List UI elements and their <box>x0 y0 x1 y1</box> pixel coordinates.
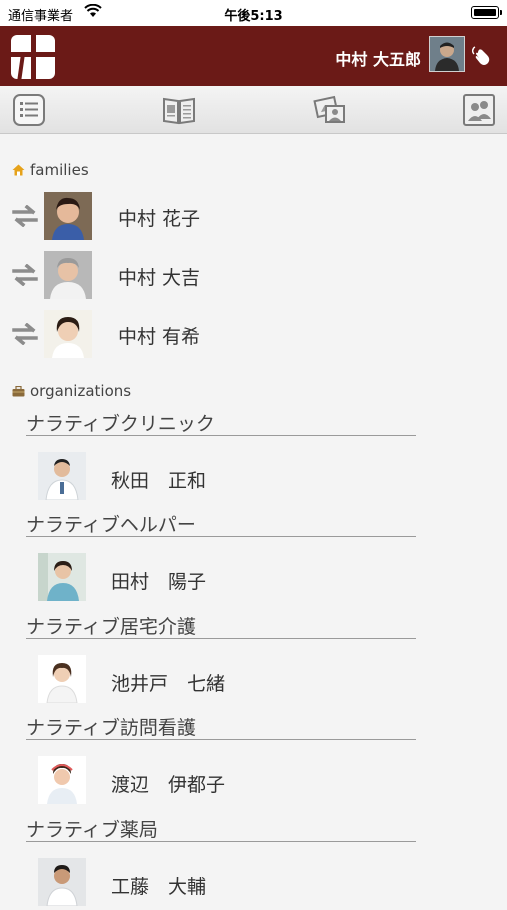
battery-icon <box>471 6 502 19</box>
family-member-row[interactable]: 中村 花子 <box>0 190 507 242</box>
family-member-row[interactable]: 中村 大吉 <box>0 249 507 301</box>
contacts-icon[interactable] <box>462 93 496 127</box>
family-member-name: 中村 有希 <box>118 326 201 348</box>
swap-arrows-icon[interactable] <box>12 264 38 286</box>
staff-row[interactable]: 渡辺 伊都子 <box>0 756 507 808</box>
staff-row[interactable]: 秋田 正和 <box>0 452 507 504</box>
staff-row[interactable]: 池井戸 七緒 <box>0 655 507 707</box>
organizations-section-title: organizations <box>12 382 131 400</box>
staff-name: 池井戸 七緒 <box>111 673 226 695</box>
user-name: 中村 大五郎 <box>335 50 421 69</box>
clock: 午後5:13 <box>224 9 283 24</box>
user-avatar[interactable] <box>429 36 465 72</box>
home-icon <box>12 164 25 176</box>
book-icon[interactable] <box>162 93 196 127</box>
family-member-name: 中村 大吉 <box>118 267 201 289</box>
staff-name: 田村 陽子 <box>111 571 207 593</box>
status-bar: 通信事業者 午後5:13 <box>0 0 507 26</box>
avatar <box>38 858 86 906</box>
briefcase-icon <box>12 386 25 397</box>
organization-name: ナラティブクリニック <box>26 409 416 436</box>
avatar <box>38 452 86 500</box>
organizations-label: organizations <box>30 382 132 400</box>
staff-name: 渡辺 伊都子 <box>111 774 226 796</box>
staff-row[interactable]: 田村 陽子 <box>0 553 507 605</box>
app-header: 中村 大五郎 <box>0 26 507 86</box>
families-label: families <box>30 161 89 179</box>
family-member-row[interactable]: 中村 有希 <box>0 308 507 360</box>
avatar <box>38 655 86 703</box>
avatar <box>38 756 86 804</box>
organization-name: ナラティブヘルパー <box>26 510 416 537</box>
staff-row[interactable]: 工藤 大輔 <box>0 858 507 910</box>
organization-name: ナラティブ居宅介護 <box>26 612 416 639</box>
avatar <box>44 251 92 299</box>
staff-name: 秋田 正和 <box>111 470 207 492</box>
organization-name: ナラティブ薬局 <box>26 815 416 842</box>
swap-arrows-icon[interactable] <box>12 323 38 345</box>
list-icon[interactable] <box>12 93 46 127</box>
waving-hand-icon[interactable] <box>470 44 494 68</box>
avatar <box>44 310 92 358</box>
family-member-name: 中村 花子 <box>118 208 201 230</box>
avatar <box>38 553 86 601</box>
families-section-title: families <box>12 161 89 179</box>
photo-album-icon[interactable] <box>313 93 347 127</box>
app-logo-icon[interactable] <box>11 35 55 79</box>
avatar <box>44 192 92 240</box>
staff-name: 工藤 大輔 <box>111 876 207 898</box>
swap-arrows-icon[interactable] <box>12 205 38 227</box>
organization-name: ナラティブ訪問看護 <box>26 713 416 740</box>
tab-toolbar <box>0 86 507 134</box>
